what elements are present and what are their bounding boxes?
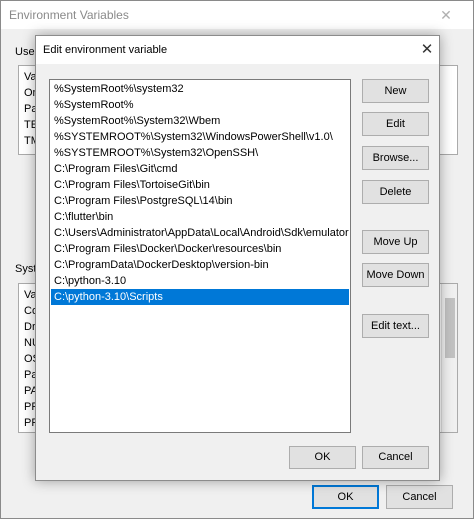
path-entry[interactable]: %SystemRoot% [51, 97, 349, 113]
path-entry[interactable]: C:\Program Files\TortoiseGit\bin [51, 177, 349, 193]
system-list-scrollbar[interactable] [441, 284, 457, 432]
bg-cancel-button[interactable]: Cancel [386, 485, 453, 509]
path-entry[interactable]: C:\Program Files\Docker\Docker\resources… [51, 241, 349, 257]
path-entry[interactable]: C:\flutter\bin [51, 209, 349, 225]
edit-environment-variable-dialog: Edit environment variable ✕ %SystemRoot%… [35, 35, 440, 481]
dialog-title: Edit environment variable [43, 44, 168, 56]
path-entry[interactable]: %SYSTEMROOT%\System32\OpenSSH\ [51, 145, 349, 161]
bg-ok-button[interactable]: OK [312, 485, 379, 509]
edit-text-button[interactable]: Edit text... [362, 314, 429, 338]
bg-window-title: Environment Variables [9, 8, 129, 22]
path-entry[interactable]: %SYSTEMROOT%\System32\WindowsPowerShell\… [51, 129, 349, 145]
path-entry[interactable]: C:\Users\Administrator\AppData\Local\And… [51, 225, 349, 241]
ok-button[interactable]: OK [289, 446, 356, 469]
path-entry[interactable]: C:\ProgramData\DockerDesktop\version-bin [51, 257, 349, 273]
move-down-button[interactable]: Move Down [362, 263, 429, 287]
path-entries-list[interactable]: %SystemRoot%\system32 %SystemRoot% %Syst… [49, 79, 351, 433]
new-button[interactable]: New [362, 79, 429, 103]
scrollbar-thumb[interactable] [445, 298, 455, 358]
cancel-button[interactable]: Cancel [362, 446, 429, 469]
bg-title-bar: Environment Variables ✕ [1, 1, 473, 29]
delete-button[interactable]: Delete [362, 180, 429, 204]
path-entry[interactable]: %SystemRoot%\system32 [51, 81, 349, 97]
path-entry-selected[interactable]: C:\python-3.10\Scripts [51, 289, 349, 305]
path-entry[interactable]: C:\python-3.10 [51, 273, 349, 289]
dialog-close-icon[interactable]: ✕ [416, 39, 438, 61]
dialog-title-bar: Edit environment variable ✕ [36, 36, 439, 64]
browse-button[interactable]: Browse... [362, 146, 429, 170]
path-entry[interactable]: C:\Program Files\PostgreSQL\14\bin [51, 193, 349, 209]
path-entry[interactable]: %SystemRoot%\System32\Wbem [51, 113, 349, 129]
path-entry[interactable]: C:\Program Files\Git\cmd [51, 161, 349, 177]
bg-close-icon[interactable]: ✕ [431, 5, 461, 25]
edit-button[interactable]: Edit [362, 112, 429, 136]
move-up-button[interactable]: Move Up [362, 230, 429, 254]
